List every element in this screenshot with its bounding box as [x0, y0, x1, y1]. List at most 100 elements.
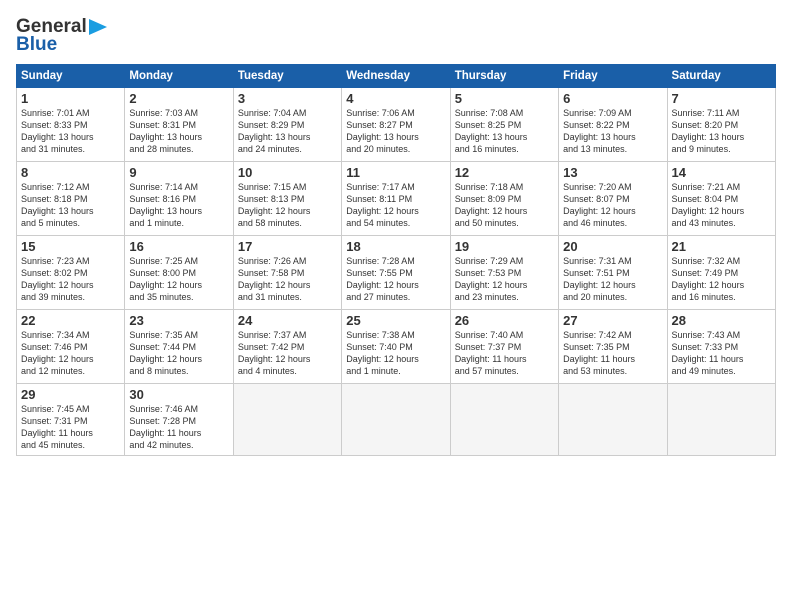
day-info: Sunrise: 7:28 AM Sunset: 7:55 PM Dayligh…	[346, 255, 445, 304]
calendar-cell: 22Sunrise: 7:34 AM Sunset: 7:46 PM Dayli…	[17, 310, 125, 384]
day-number: 2	[129, 91, 228, 106]
day-info: Sunrise: 7:31 AM Sunset: 7:51 PM Dayligh…	[563, 255, 662, 304]
calendar-cell: 6Sunrise: 7:09 AM Sunset: 8:22 PM Daylig…	[559, 88, 667, 162]
calendar-cell: 25Sunrise: 7:38 AM Sunset: 7:40 PM Dayli…	[342, 310, 450, 384]
calendar-cell: 27Sunrise: 7:42 AM Sunset: 7:35 PM Dayli…	[559, 310, 667, 384]
day-number: 25	[346, 313, 445, 328]
calendar-cell: 30Sunrise: 7:46 AM Sunset: 7:28 PM Dayli…	[125, 384, 233, 456]
day-info: Sunrise: 7:29 AM Sunset: 7:53 PM Dayligh…	[455, 255, 554, 304]
calendar-cell: 4Sunrise: 7:06 AM Sunset: 8:27 PM Daylig…	[342, 88, 450, 162]
week-row-2: 15Sunrise: 7:23 AM Sunset: 8:02 PM Dayli…	[17, 236, 776, 310]
calendar-cell: 16Sunrise: 7:25 AM Sunset: 8:00 PM Dayli…	[125, 236, 233, 310]
day-number: 20	[563, 239, 662, 254]
calendar-cell: 9Sunrise: 7:14 AM Sunset: 8:16 PM Daylig…	[125, 162, 233, 236]
day-number: 1	[21, 91, 120, 106]
day-info: Sunrise: 7:06 AM Sunset: 8:27 PM Dayligh…	[346, 107, 445, 156]
page: General Blue SundayMondayTuesdayWednesda…	[0, 0, 792, 612]
day-number: 27	[563, 313, 662, 328]
day-info: Sunrise: 7:46 AM Sunset: 7:28 PM Dayligh…	[129, 403, 228, 452]
day-info: Sunrise: 7:03 AM Sunset: 8:31 PM Dayligh…	[129, 107, 228, 156]
day-info: Sunrise: 7:37 AM Sunset: 7:42 PM Dayligh…	[238, 329, 337, 378]
day-info: Sunrise: 7:38 AM Sunset: 7:40 PM Dayligh…	[346, 329, 445, 378]
calendar-cell: 21Sunrise: 7:32 AM Sunset: 7:49 PM Dayli…	[667, 236, 775, 310]
day-number: 14	[672, 165, 771, 180]
calendar-cell: 18Sunrise: 7:28 AM Sunset: 7:55 PM Dayli…	[342, 236, 450, 310]
header-wednesday: Wednesday	[342, 65, 450, 88]
day-info: Sunrise: 7:01 AM Sunset: 8:33 PM Dayligh…	[21, 107, 120, 156]
day-info: Sunrise: 7:12 AM Sunset: 8:18 PM Dayligh…	[21, 181, 120, 230]
day-number: 12	[455, 165, 554, 180]
calendar-cell	[667, 384, 775, 456]
calendar-cell: 13Sunrise: 7:20 AM Sunset: 8:07 PM Dayli…	[559, 162, 667, 236]
day-number: 24	[238, 313, 337, 328]
day-info: Sunrise: 7:21 AM Sunset: 8:04 PM Dayligh…	[672, 181, 771, 230]
calendar-cell: 5Sunrise: 7:08 AM Sunset: 8:25 PM Daylig…	[450, 88, 558, 162]
day-info: Sunrise: 7:18 AM Sunset: 8:09 PM Dayligh…	[455, 181, 554, 230]
header-tuesday: Tuesday	[233, 65, 341, 88]
day-info: Sunrise: 7:09 AM Sunset: 8:22 PM Dayligh…	[563, 107, 662, 156]
day-number: 8	[21, 165, 120, 180]
calendar-cell: 23Sunrise: 7:35 AM Sunset: 7:44 PM Dayli…	[125, 310, 233, 384]
calendar-cell	[450, 384, 558, 456]
day-number: 26	[455, 313, 554, 328]
day-number: 6	[563, 91, 662, 106]
week-row-0: 1Sunrise: 7:01 AM Sunset: 8:33 PM Daylig…	[17, 88, 776, 162]
header-monday: Monday	[125, 65, 233, 88]
calendar-cell: 2Sunrise: 7:03 AM Sunset: 8:31 PM Daylig…	[125, 88, 233, 162]
calendar-cell: 28Sunrise: 7:43 AM Sunset: 7:33 PM Dayli…	[667, 310, 775, 384]
header: General Blue	[16, 16, 776, 56]
week-row-4: 29Sunrise: 7:45 AM Sunset: 7:31 PM Dayli…	[17, 384, 776, 456]
week-row-1: 8Sunrise: 7:12 AM Sunset: 8:18 PM Daylig…	[17, 162, 776, 236]
calendar-cell: 1Sunrise: 7:01 AM Sunset: 8:33 PM Daylig…	[17, 88, 125, 162]
day-number: 18	[346, 239, 445, 254]
day-info: Sunrise: 7:17 AM Sunset: 8:11 PM Dayligh…	[346, 181, 445, 230]
calendar-cell	[559, 384, 667, 456]
logo-arrow-icon	[89, 19, 107, 35]
calendar-cell: 15Sunrise: 7:23 AM Sunset: 8:02 PM Dayli…	[17, 236, 125, 310]
calendar-cell	[233, 384, 341, 456]
day-number: 23	[129, 313, 228, 328]
day-info: Sunrise: 7:20 AM Sunset: 8:07 PM Dayligh…	[563, 181, 662, 230]
day-number: 10	[238, 165, 337, 180]
day-number: 29	[21, 387, 120, 402]
calendar-cell: 24Sunrise: 7:37 AM Sunset: 7:42 PM Dayli…	[233, 310, 341, 384]
day-number: 3	[238, 91, 337, 106]
header-friday: Friday	[559, 65, 667, 88]
day-info: Sunrise: 7:40 AM Sunset: 7:37 PM Dayligh…	[455, 329, 554, 378]
day-info: Sunrise: 7:45 AM Sunset: 7:31 PM Dayligh…	[21, 403, 120, 452]
week-row-3: 22Sunrise: 7:34 AM Sunset: 7:46 PM Dayli…	[17, 310, 776, 384]
day-number: 30	[129, 387, 228, 402]
calendar-cell: 19Sunrise: 7:29 AM Sunset: 7:53 PM Dayli…	[450, 236, 558, 310]
day-number: 16	[129, 239, 228, 254]
calendar-cell: 14Sunrise: 7:21 AM Sunset: 8:04 PM Dayli…	[667, 162, 775, 236]
day-info: Sunrise: 7:08 AM Sunset: 8:25 PM Dayligh…	[455, 107, 554, 156]
day-number: 4	[346, 91, 445, 106]
day-info: Sunrise: 7:25 AM Sunset: 8:00 PM Dayligh…	[129, 255, 228, 304]
calendar-cell: 7Sunrise: 7:11 AM Sunset: 8:20 PM Daylig…	[667, 88, 775, 162]
day-number: 11	[346, 165, 445, 180]
day-number: 21	[672, 239, 771, 254]
calendar-cell: 11Sunrise: 7:17 AM Sunset: 8:11 PM Dayli…	[342, 162, 450, 236]
calendar-cell: 10Sunrise: 7:15 AM Sunset: 8:13 PM Dayli…	[233, 162, 341, 236]
day-info: Sunrise: 7:32 AM Sunset: 7:49 PM Dayligh…	[672, 255, 771, 304]
logo-blue: Blue	[16, 34, 57, 56]
day-info: Sunrise: 7:26 AM Sunset: 7:58 PM Dayligh…	[238, 255, 337, 304]
calendar-cell	[342, 384, 450, 456]
header-thursday: Thursday	[450, 65, 558, 88]
calendar-cell: 17Sunrise: 7:26 AM Sunset: 7:58 PM Dayli…	[233, 236, 341, 310]
day-info: Sunrise: 7:35 AM Sunset: 7:44 PM Dayligh…	[129, 329, 228, 378]
calendar-cell: 12Sunrise: 7:18 AM Sunset: 8:09 PM Dayli…	[450, 162, 558, 236]
day-number: 9	[129, 165, 228, 180]
calendar-cell: 8Sunrise: 7:12 AM Sunset: 8:18 PM Daylig…	[17, 162, 125, 236]
header-row: SundayMondayTuesdayWednesdayThursdayFrid…	[17, 65, 776, 88]
day-number: 13	[563, 165, 662, 180]
logo: General Blue	[16, 16, 107, 56]
calendar-cell: 26Sunrise: 7:40 AM Sunset: 7:37 PM Dayli…	[450, 310, 558, 384]
day-info: Sunrise: 7:42 AM Sunset: 7:35 PM Dayligh…	[563, 329, 662, 378]
calendar-cell: 3Sunrise: 7:04 AM Sunset: 8:29 PM Daylig…	[233, 88, 341, 162]
day-number: 28	[672, 313, 771, 328]
day-number: 7	[672, 91, 771, 106]
day-info: Sunrise: 7:34 AM Sunset: 7:46 PM Dayligh…	[21, 329, 120, 378]
day-info: Sunrise: 7:14 AM Sunset: 8:16 PM Dayligh…	[129, 181, 228, 230]
calendar-cell: 29Sunrise: 7:45 AM Sunset: 7:31 PM Dayli…	[17, 384, 125, 456]
